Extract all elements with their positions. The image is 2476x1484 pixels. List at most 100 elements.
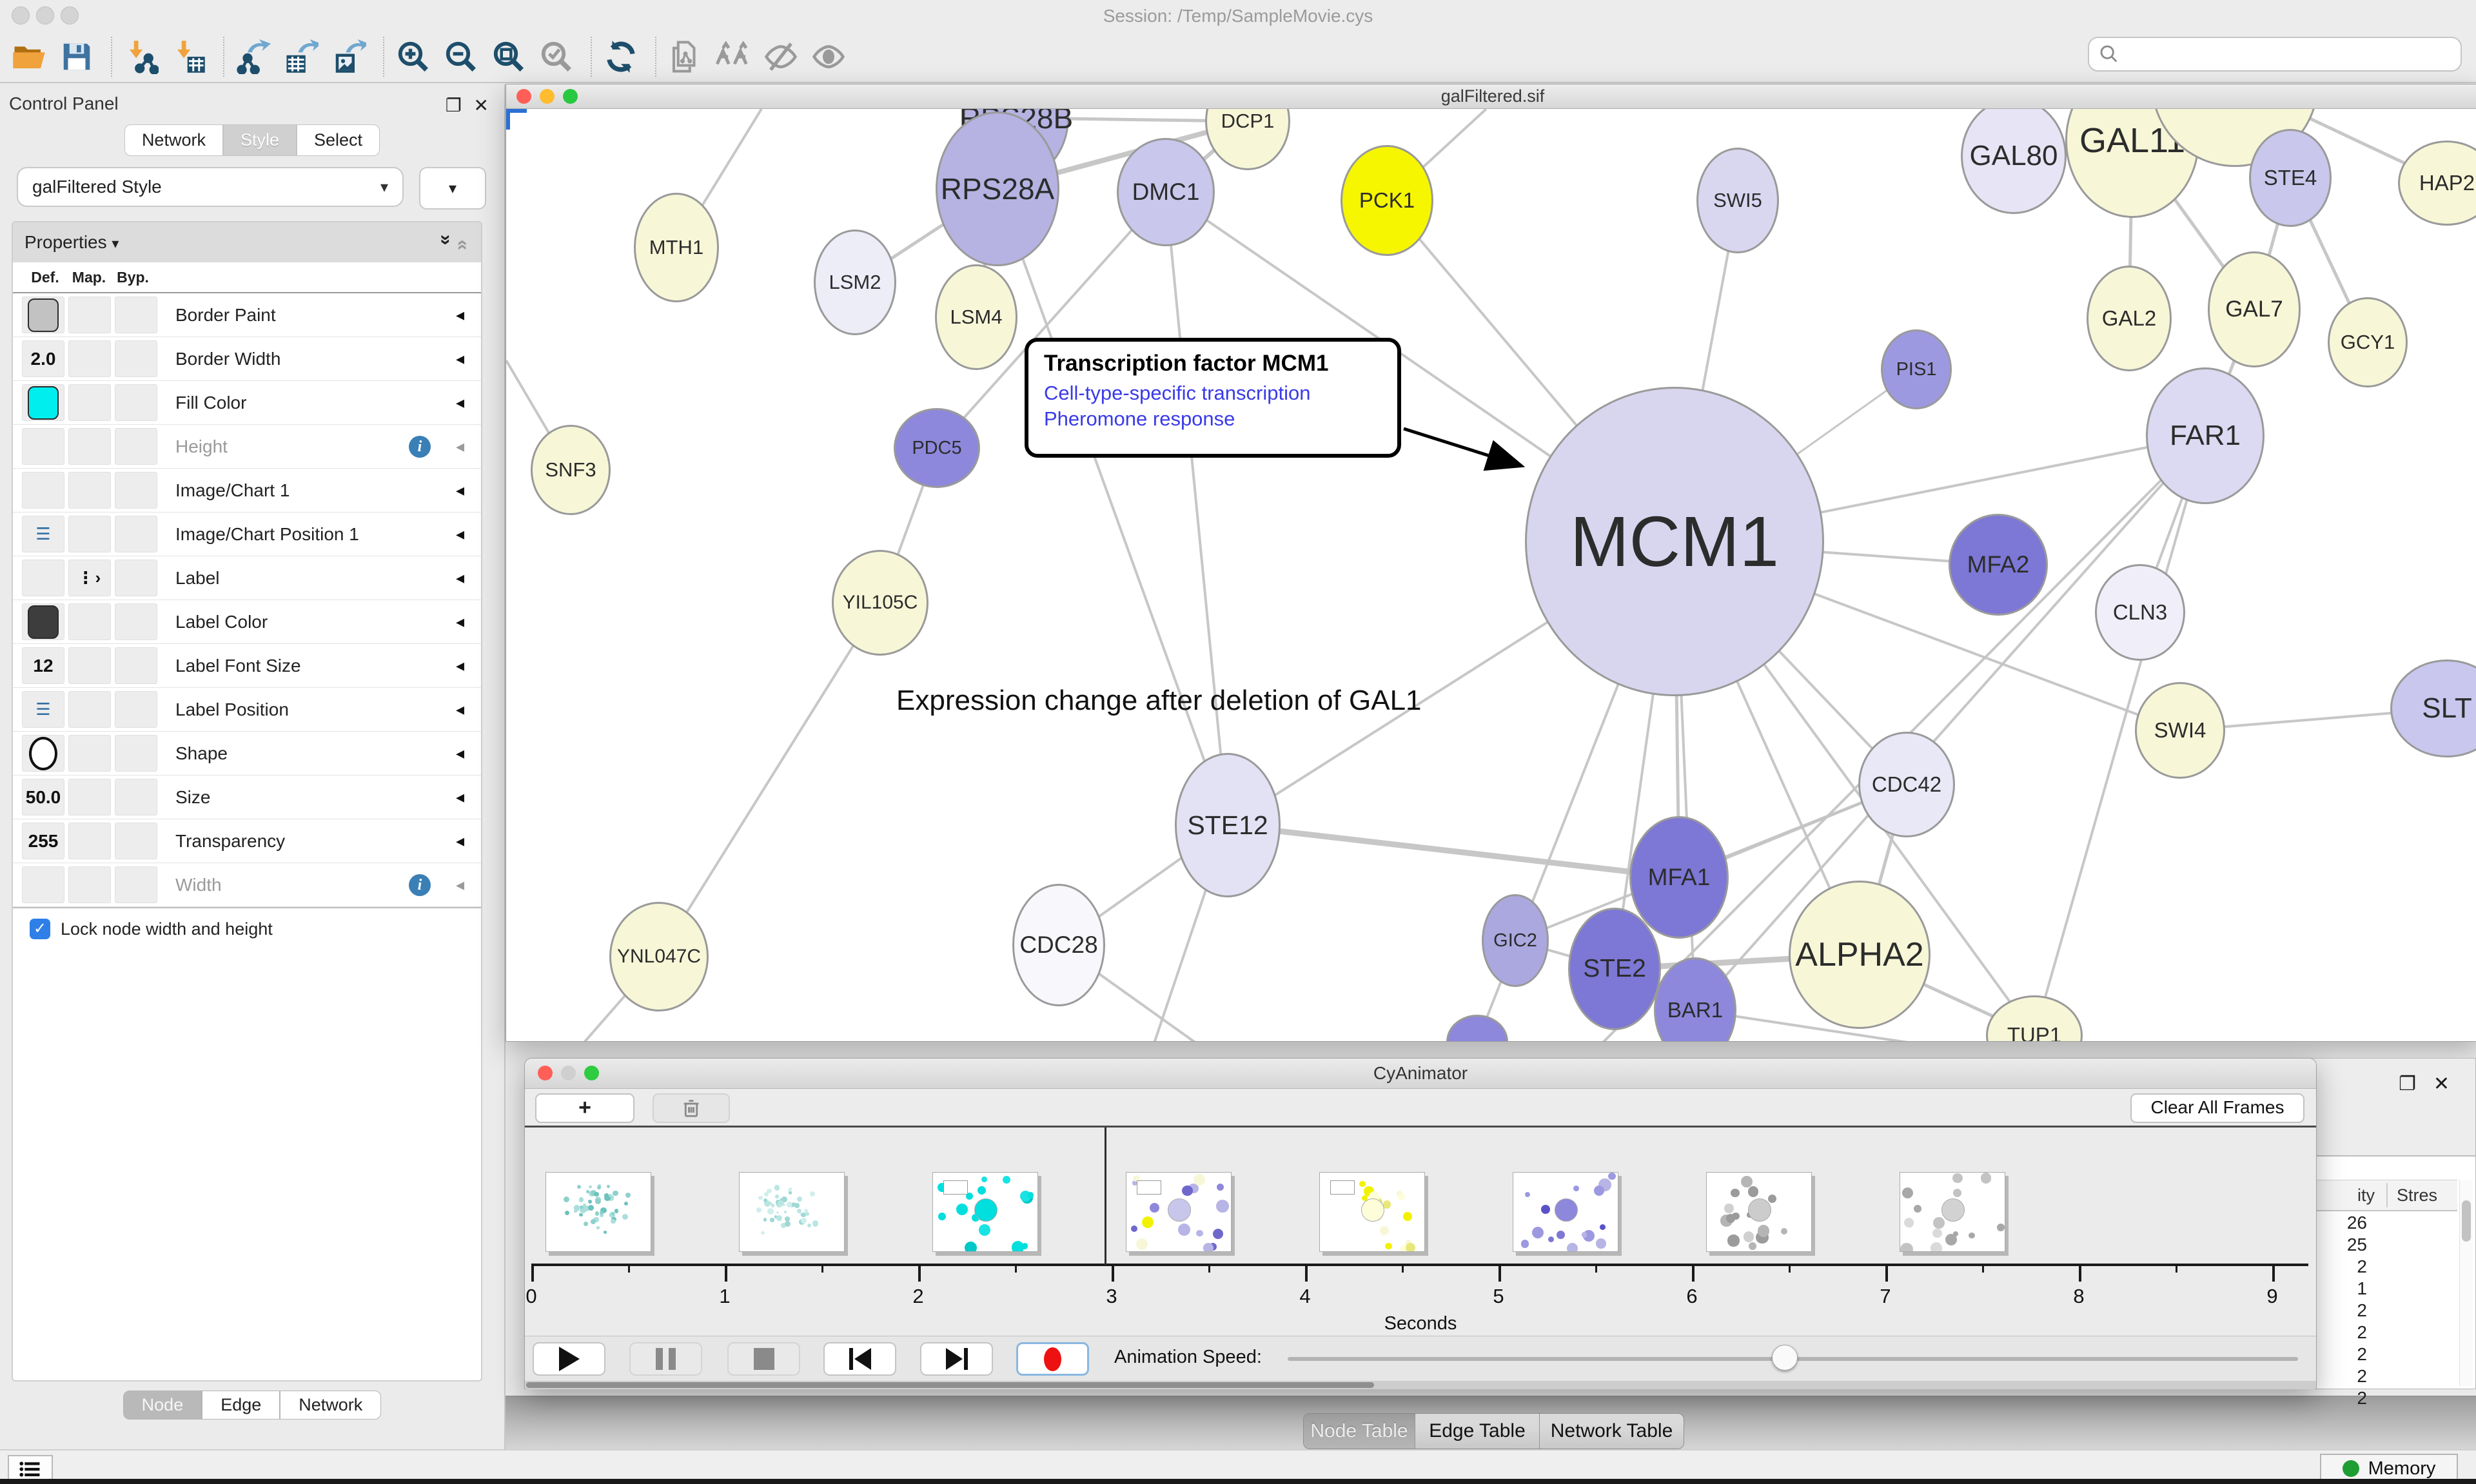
expand-row-icon[interactable]: ◂ xyxy=(456,349,464,369)
network-node-SWI4[interactable]: SWI4 xyxy=(2135,682,2225,779)
property-byp-cell[interactable] xyxy=(115,297,157,333)
tab-node-table[interactable]: Node Table xyxy=(1304,1414,1415,1449)
property-row[interactable]: ☰Label Position◂ xyxy=(13,688,481,732)
property-def-cell[interactable]: 50.0 xyxy=(22,779,64,815)
property-map-cell[interactable] xyxy=(68,735,111,772)
zoom-out-icon[interactable] xyxy=(444,39,478,74)
info-icon[interactable]: i xyxy=(409,874,431,896)
property-def-cell[interactable] xyxy=(22,472,64,509)
skip-end-button[interactable] xyxy=(920,1342,993,1376)
zoom-fit-icon[interactable] xyxy=(491,39,526,74)
network-node-PIS1[interactable]: PIS1 xyxy=(1881,329,1952,409)
network-node-ALPHA2[interactable]: ALPHA2 xyxy=(1789,881,1931,1029)
expand-row-icon[interactable]: ◂ xyxy=(456,831,464,851)
network-node-SNF3[interactable]: SNF3 xyxy=(531,425,611,515)
show-icon[interactable] xyxy=(811,39,846,74)
expand-row-icon[interactable]: ◂ xyxy=(456,612,464,632)
network-node-PCK1[interactable]: PCK1 xyxy=(1341,145,1433,256)
property-byp-cell[interactable] xyxy=(115,340,157,377)
tab-edge-table[interactable]: Edge Table xyxy=(1415,1414,1539,1449)
property-byp-cell[interactable] xyxy=(115,603,157,640)
property-def-cell[interactable]: ☰ xyxy=(22,691,64,728)
network-node-RPS28A[interactable]: RPS28A xyxy=(936,112,1059,266)
play-button[interactable] xyxy=(533,1342,605,1376)
expand-row-icon[interactable]: ◂ xyxy=(456,305,464,325)
timeline-playhead[interactable] xyxy=(1105,1128,1106,1265)
property-map-cell[interactable]: ⋮› xyxy=(68,560,111,596)
property-map-cell[interactable] xyxy=(68,779,111,815)
property-row[interactable]: Shape◂ xyxy=(13,732,481,776)
expand-row-icon[interactable]: ◂ xyxy=(456,787,464,807)
property-map-cell[interactable] xyxy=(68,691,111,728)
annotation-box[interactable]: Transcription factor MCM1 Cell-type-spec… xyxy=(1025,338,1401,458)
tab-style[interactable]: Style xyxy=(223,124,297,156)
style-select[interactable]: galFiltered Style ▾ xyxy=(17,167,404,207)
zoom-in-icon[interactable] xyxy=(396,39,431,74)
tab-select[interactable]: Select xyxy=(297,124,380,156)
property-map-cell[interactable] xyxy=(68,297,111,333)
stop-button[interactable] xyxy=(727,1342,800,1376)
expand-row-icon[interactable]: ◂ xyxy=(456,743,464,763)
save-session-icon[interactable] xyxy=(59,39,94,74)
property-byp-cell[interactable] xyxy=(115,472,157,509)
network-node-BAR1[interactable]: BAR1 xyxy=(1654,957,1736,1041)
network-edge[interactable] xyxy=(1166,192,1228,825)
mini-tab-node[interactable]: Node xyxy=(123,1391,202,1420)
float-panel-icon[interactable]: ❐ xyxy=(446,95,462,116)
annotation-link[interactable]: Cell-type-specific transcription xyxy=(1044,382,1382,405)
property-byp-cell[interactable] xyxy=(115,866,157,903)
network-node-TUP1[interactable]: TUP1 xyxy=(1986,995,2083,1041)
network-node-STE12[interactable]: STE12 xyxy=(1175,753,1281,897)
network-node-STE2[interactable]: STE2 xyxy=(1568,908,1661,1030)
expand-row-icon[interactable]: ◂ xyxy=(456,524,464,544)
network-node-MCM1[interactable]: MCM1 xyxy=(1525,387,1824,696)
property-def-cell[interactable] xyxy=(22,428,64,465)
properties-header[interactable]: Properties ▾ »» xyxy=(13,222,481,262)
network-node-GAL2[interactable]: GAL2 xyxy=(2087,266,2172,371)
property-def-cell[interactable] xyxy=(22,735,64,772)
network-node-GAL80[interactable]: GAL80 xyxy=(1961,109,2067,214)
add-frame-button[interactable]: + xyxy=(535,1093,634,1123)
property-map-cell[interactable] xyxy=(68,384,111,421)
property-row[interactable]: Label Color◂ xyxy=(13,600,481,644)
open-session-icon[interactable] xyxy=(12,39,46,74)
property-def-cell[interactable] xyxy=(22,560,64,596)
hide-icon[interactable] xyxy=(763,39,798,74)
expand-row-icon[interactable]: ◂ xyxy=(456,436,464,456)
property-map-cell[interactable] xyxy=(68,647,111,684)
network-node-CDC42[interactable]: CDC42 xyxy=(1858,732,1955,837)
property-byp-cell[interactable] xyxy=(115,823,157,859)
zoom-selected-icon[interactable] xyxy=(539,39,574,74)
network-node-STE4[interactable]: STE4 xyxy=(2249,129,2332,227)
network-node-SLT2[interactable]: SLT xyxy=(2390,659,2476,757)
property-row[interactable]: Widthi◂ xyxy=(13,863,481,907)
network-node-MFA2[interactable]: MFA2 xyxy=(1949,514,2048,616)
import-table-icon[interactable] xyxy=(172,39,206,74)
first-neighbors-icon[interactable] xyxy=(716,39,751,74)
cyanimator-titlebar[interactable]: CyAnimator xyxy=(525,1059,2316,1089)
tab-network[interactable]: Network xyxy=(124,124,223,156)
network-node-YIL105C[interactable]: YIL105C xyxy=(832,550,928,656)
network-window-titlebar[interactable]: galFiltered.sif xyxy=(506,84,2476,109)
property-row[interactable]: ☰Image/Chart Position 1◂ xyxy=(13,513,481,556)
network-node-LSM4[interactable]: LSM4 xyxy=(935,264,1017,370)
annotation-link[interactable]: Pheromone response xyxy=(1044,407,1382,431)
frame-thumbnail-4[interactable] xyxy=(1319,1172,1425,1252)
mini-tab-network[interactable]: Network xyxy=(280,1391,381,1420)
delete-frame-button[interactable] xyxy=(653,1093,730,1123)
network-node-PDC5[interactable]: PDC5 xyxy=(894,408,980,488)
network-node-CDC28[interactable]: CDC28 xyxy=(1012,884,1105,1006)
property-map-cell[interactable] xyxy=(68,472,111,509)
property-row[interactable]: 2.0Border Width◂ xyxy=(13,337,481,381)
property-byp-cell[interactable] xyxy=(115,647,157,684)
expand-row-icon[interactable]: ◂ xyxy=(456,568,464,588)
frame-thumbnail-1[interactable] xyxy=(739,1172,845,1252)
collapse-all-icon[interactable]: » xyxy=(451,235,473,251)
lock-size-checkbox[interactable]: ✓ xyxy=(30,919,50,939)
search-box[interactable] xyxy=(2088,37,2462,72)
cyanimator-timeline[interactable]: 0123456789 Seconds xyxy=(525,1128,2316,1336)
style-options-button[interactable]: ▾ xyxy=(419,167,486,210)
network-node-DCP1[interactable]: DCP1 xyxy=(1205,109,1290,170)
record-button[interactable] xyxy=(1016,1342,1089,1376)
property-byp-cell[interactable] xyxy=(115,428,157,465)
